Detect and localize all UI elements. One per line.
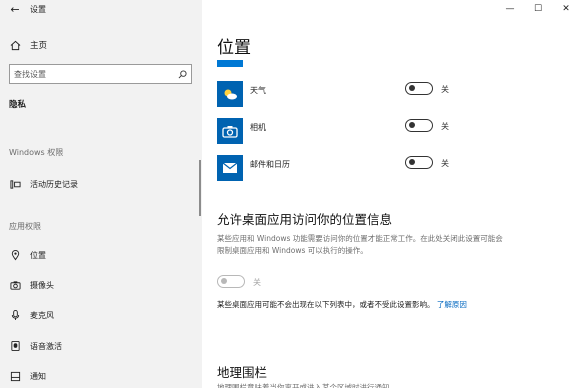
- maximize-icon: ☐: [533, 4, 543, 14]
- toggle-state-label: 关: [253, 278, 261, 287]
- sidebar-item-label: 摄像头: [30, 280, 54, 290]
- learn-why-link[interactable]: 了解原因: [437, 300, 467, 309]
- home-icon: [0, 40, 30, 51]
- camera-icon: [0, 280, 30, 291]
- app-permissions-header: 应用权限: [9, 222, 41, 231]
- desktop-apps-toggle[interactable]: [217, 275, 245, 288]
- category-heading: 隐私: [9, 100, 27, 110]
- sidebar-item-microphone[interactable]: 麦克风: [0, 305, 202, 325]
- activity-history-icon: [0, 179, 30, 190]
- desktop-apps-heading: 允许桌面应用访问你的位置信息: [217, 212, 393, 227]
- note-text: 某些桌面应用可能不会出现在以下列表中，或者不受此设置影响。: [217, 300, 435, 309]
- sidebar-item-notification[interactable]: 通知: [0, 366, 202, 386]
- geofence-description: 地理围栏意味着当你离开或进入某个区域时进行通知: [217, 383, 390, 388]
- main-content: — ☐ ✕ 位置 天气 关 相机 关 邮件和日历 关 允许桌面应用访问你的位置信…: [202, 0, 580, 388]
- desktop-apps-note: 某些桌面应用可能不会出现在以下列表中，或者不受此设置影响。 了解原因: [217, 298, 512, 311]
- weather-toggle[interactable]: [405, 82, 433, 95]
- voice-activation-icon: [0, 340, 30, 352]
- sidebar-item-label: 麦克风: [30, 310, 54, 320]
- camera-toggle[interactable]: [405, 119, 433, 132]
- app-row-weather: 天气 关: [217, 81, 577, 109]
- camera-app-icon: [217, 118, 243, 144]
- close-icon: ✕: [562, 4, 570, 14]
- sidebar-item-label: 位置: [30, 250, 46, 260]
- sidebar-item-location[interactable]: 位置: [0, 245, 202, 265]
- title-bar: ← 设置: [0, 0, 202, 18]
- sidebar-item-label: 语音激活: [30, 341, 62, 351]
- close-button[interactable]: ✕: [552, 0, 580, 18]
- app-tile-partial: [217, 60, 243, 67]
- sidebar-item-camera[interactable]: 摄像头: [0, 275, 202, 295]
- window-controls: — ☐ ✕: [496, 0, 580, 18]
- sidebar-item-activity-history[interactable]: 活动历史记录: [0, 174, 202, 194]
- search-icon[interactable]: [173, 69, 191, 79]
- back-button[interactable]: ←: [0, 0, 30, 18]
- geofence-heading: 地理围栏: [217, 365, 268, 380]
- desktop-apps-description: 某些应用和 Windows 功能需要访问你的位置才能正常工作。在此处关闭此设置可…: [217, 234, 503, 255]
- maximize-button[interactable]: ☐: [524, 0, 552, 18]
- window-title: 设置: [30, 4, 46, 14]
- home-label: 主页: [30, 41, 48, 51]
- app-name: 天气: [250, 86, 266, 95]
- location-pin-icon: [0, 249, 30, 261]
- sidebar-item-label: 活动历史记录: [30, 179, 78, 189]
- sidebar: ← 设置 主页 隐私 Windows 权限 活动历史记录 应用权限 位置 摄像头: [0, 0, 202, 388]
- search-box[interactable]: [9, 64, 192, 84]
- page-title: 位置: [217, 38, 251, 58]
- windows-permissions-header: Windows 权限: [9, 148, 64, 157]
- toggle-state-label: 关: [441, 122, 449, 131]
- minimize-icon: —: [505, 4, 515, 14]
- toggle-state-label: 关: [441, 85, 449, 94]
- nav-home[interactable]: 主页: [0, 35, 202, 55]
- search-input[interactable]: [10, 69, 173, 79]
- toggle-state-label: 关: [441, 159, 449, 168]
- app-name: 相机: [250, 123, 266, 132]
- notification-icon: [0, 371, 30, 382]
- app-row-mail: 邮件和日历 关: [217, 155, 577, 183]
- app-name: 邮件和日历: [250, 160, 290, 169]
- app-row-camera: 相机 关: [217, 118, 577, 146]
- back-arrow-icon: ←: [10, 2, 20, 16]
- sidebar-scrollbar[interactable]: [199, 160, 201, 216]
- sidebar-item-voice-activation[interactable]: 语音激活: [0, 336, 202, 356]
- minimize-button[interactable]: —: [496, 0, 524, 18]
- microphone-icon: [0, 309, 30, 321]
- mail-icon: [217, 155, 243, 181]
- weather-icon: [217, 81, 243, 107]
- mail-toggle[interactable]: [405, 156, 433, 169]
- sidebar-item-label: 通知: [30, 371, 46, 381]
